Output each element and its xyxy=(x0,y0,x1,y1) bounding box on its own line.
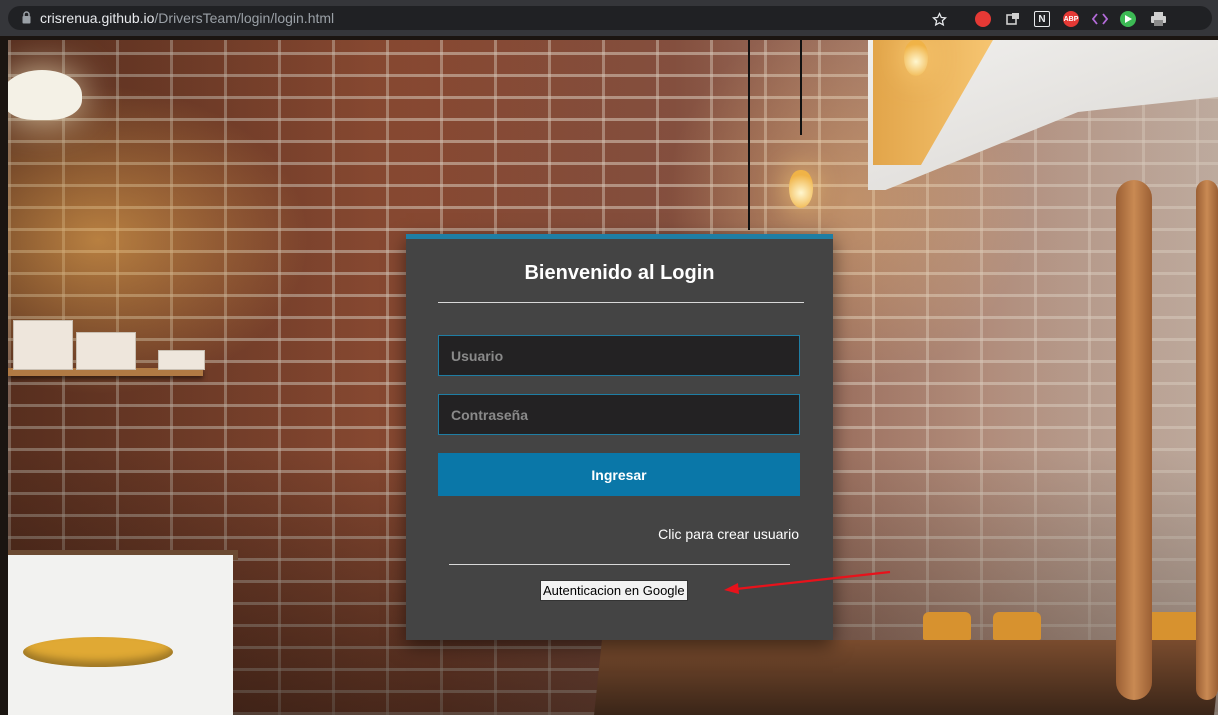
chair xyxy=(923,612,971,640)
code-icon[interactable] xyxy=(1092,11,1108,27)
light-bulb xyxy=(789,170,813,208)
divider xyxy=(438,302,804,303)
annotation-arrow-icon xyxy=(724,570,891,594)
browser-toolbar: crisrenua.github.io/DriversTeam/login/lo… xyxy=(0,0,1218,36)
username-input[interactable] xyxy=(438,335,800,376)
create-user-link[interactable]: Clic para crear usuario xyxy=(658,526,799,542)
password-input[interactable] xyxy=(438,394,800,435)
star-icon[interactable] xyxy=(932,12,947,27)
printer-icon[interactable] xyxy=(1150,11,1166,27)
pendant-lamp xyxy=(8,70,82,120)
lamp-wire xyxy=(748,40,750,230)
adblock-icon[interactable]: ABP xyxy=(1063,11,1079,27)
login-title: Bienvenido al Login xyxy=(524,262,715,284)
play-icon[interactable] xyxy=(1120,11,1136,27)
shelf-box xyxy=(13,320,73,370)
shelf-box xyxy=(76,332,136,370)
wall-ski xyxy=(1196,180,1218,700)
light-bulb xyxy=(904,40,928,76)
login-button[interactable]: Ingresar xyxy=(438,453,800,496)
lock-icon xyxy=(22,11,31,24)
lamp-wire xyxy=(800,40,802,135)
url-domain: crisrenua.github.io xyxy=(40,10,155,26)
chair xyxy=(993,612,1041,640)
stop-hand-icon[interactable] xyxy=(975,11,991,27)
shelf-box xyxy=(158,350,205,370)
bar-stool xyxy=(23,637,173,667)
wall-ski xyxy=(1116,180,1152,700)
extension-icon[interactable] xyxy=(1005,11,1021,27)
url-text[interactable]: crisrenua.github.io/DriversTeam/login/lo… xyxy=(40,10,334,26)
counter xyxy=(8,555,233,715)
url-path: /DriversTeam/login/login.html xyxy=(154,10,335,26)
google-auth-button[interactable]: Autenticacion en Google xyxy=(540,580,688,601)
notion-icon[interactable]: N xyxy=(1034,11,1050,27)
